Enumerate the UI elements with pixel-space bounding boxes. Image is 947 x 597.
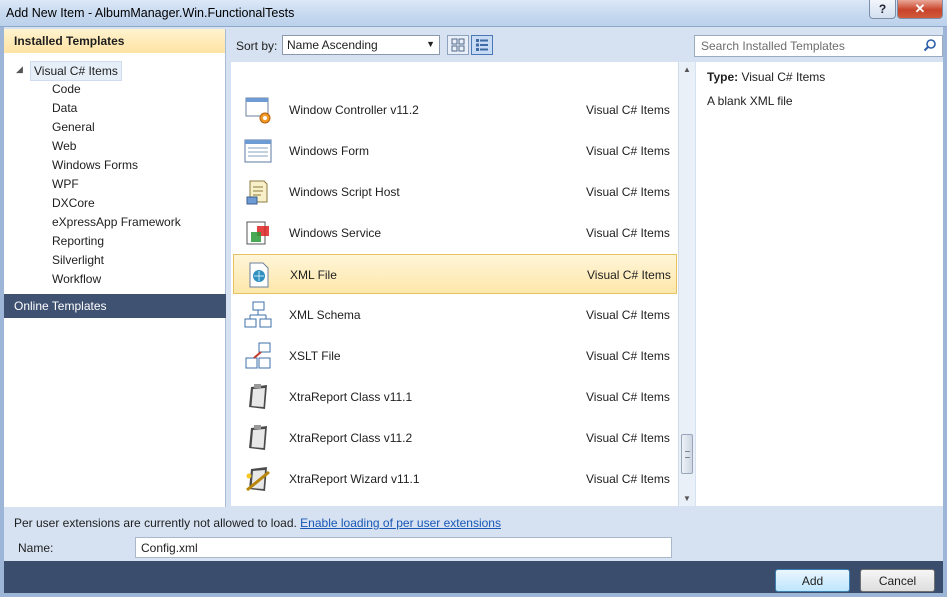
template-name: Window Controller v11.2 [289, 103, 419, 117]
template-row[interactable]: XSLT File Visual C# Items [233, 336, 677, 376]
template-row[interactable]: Windows Form Visual C# Items [233, 131, 677, 171]
template-row[interactable]: Window Controller v11.2 Visual C# Items [233, 90, 677, 130]
sort-by-value: Name Ascending [287, 38, 378, 52]
windows-service-icon [243, 218, 273, 248]
template-name: Windows Form [289, 144, 370, 158]
tree-item-silverlight[interactable]: Silverlight [52, 251, 104, 270]
template-description: A blank XML file [707, 94, 793, 108]
small-icons-view-button[interactable] [447, 35, 469, 55]
extensions-message: Per user extensions are currently not al… [14, 516, 297, 530]
xml-file-icon [244, 260, 274, 290]
scrollbar-thumb[interactable] [681, 434, 693, 474]
dialog-body: Installed Templates ◢ Visual C# Items Co… [4, 27, 943, 593]
template-row[interactable]: XtraReport Wizard v11.1 Visual C# Items [233, 459, 677, 499]
medium-icons-view-button[interactable] [471, 35, 493, 55]
template-name: XML File [290, 268, 337, 282]
template-row[interactable]: Windows Script Host Visual C# Items [233, 172, 677, 212]
template-category: Visual C# Items [586, 472, 670, 486]
template-category: Visual C# Items [586, 226, 670, 240]
template-category: Visual C# Items [586, 390, 670, 404]
type-label: Type: [707, 70, 739, 84]
xtrareport-icon [243, 423, 273, 453]
xtrareport-icon [243, 382, 273, 412]
template-name: XML Schema [289, 308, 361, 322]
name-label: Name: [18, 541, 54, 555]
tree-item-wpf[interactable]: WPF [52, 175, 79, 194]
windows-form-icon [243, 136, 273, 166]
template-category: Visual C# Items [586, 103, 670, 117]
name-input[interactable]: Config.xml [135, 537, 672, 558]
script-icon [243, 177, 273, 207]
type-value: Visual C# Items [741, 70, 826, 84]
add-button[interactable]: Add [775, 569, 850, 592]
close-button[interactable]: ✕ [897, 0, 943, 19]
sort-by-dropdown[interactable]: Name Ascending ▼ [282, 35, 440, 55]
extensions-message-row: Per user extensions are currently not al… [14, 516, 501, 530]
scroll-up-arrow-icon[interactable]: ▲ [683, 65, 691, 74]
tree-item-label[interactable]: Visual C# Items [30, 61, 122, 81]
template-name: XtraReport Class v11.1 [289, 390, 413, 404]
template-category: Visual C# Items [586, 308, 670, 322]
template-details-pane: Type: Visual C# Items A blank XML file [696, 62, 943, 506]
tree-item-data[interactable]: Data [52, 99, 77, 118]
tree-item-visual-csharp[interactable]: ◢ Visual C# Items [4, 61, 226, 81]
help-button[interactable]: ? [869, 0, 896, 19]
button-bar: Add Cancel [4, 561, 943, 593]
template-name: XSLT File [289, 349, 341, 363]
template-category: Visual C# Items [586, 185, 670, 199]
template-name: XtraReport Class v11.2 [289, 431, 413, 445]
template-category: Visual C# Items [586, 144, 670, 158]
search-placeholder: Search Installed Templates [701, 39, 845, 53]
tree-item-web[interactable]: Web [52, 137, 76, 156]
enable-extensions-link[interactable]: Enable loading of per user extensions [300, 516, 501, 530]
tree-item-dxcore[interactable]: DXCore [52, 194, 95, 213]
tree-item-expressapp-framework[interactable]: eXpressApp Framework [52, 213, 181, 232]
grid-view-icon [451, 38, 465, 52]
template-category: Visual C# Items [586, 349, 670, 363]
template-list: Window Controller v11.2 Visual C# Items Wi… [231, 62, 678, 506]
dropdown-arrow-icon: ▼ [426, 39, 435, 49]
template-row[interactable]: XtraReport Class v11.2 Visual C# Items [233, 418, 677, 458]
template-row[interactable]: XtraReport Class v11.1 Visual C# Items [233, 377, 677, 417]
tree-item-workflow[interactable]: Workflow [52, 270, 101, 289]
installed-templates-header[interactable]: Installed Templates [4, 29, 225, 53]
tree-item-reporting[interactable]: Reporting [52, 232, 104, 251]
dialog-footer: Per user extensions are currently not al… [4, 507, 943, 561]
xtrareport-wizard-icon [243, 464, 273, 494]
online-templates-header[interactable]: Online Templates [4, 294, 226, 318]
search-installed-templates-input[interactable]: Search Installed Templates [694, 35, 943, 57]
tree-item-code[interactable]: Code [52, 80, 81, 99]
template-category: Visual C# Items [586, 431, 670, 445]
template-name: XtraReport Wizard v11.1 [289, 472, 420, 486]
tree-item-windows-forms[interactable]: Windows Forms [52, 156, 138, 175]
search-icon[interactable] [923, 38, 937, 55]
template-name: Windows Script Host [289, 185, 400, 199]
window-title: Add New Item - AlbumManager.Win.Function… [6, 6, 295, 20]
template-category-pane: Installed Templates ◢ Visual C# Items Co… [4, 29, 226, 507]
title-bar: Add New Item - AlbumManager.Win.Function… [0, 0, 947, 27]
template-category: Visual C# Items [587, 268, 671, 282]
list-view-icon [476, 39, 488, 51]
xtrareport-wizard-icon [243, 505, 273, 506]
tree-item-general[interactable]: General [52, 118, 95, 137]
template-name: Windows Service [289, 226, 382, 240]
sort-by-label: Sort by: [236, 39, 278, 53]
template-row[interactable]: XtraReport Wizard v11.2Visual C# Items [233, 500, 677, 506]
template-row[interactable]: Windows Service Visual C# Items [233, 213, 677, 253]
xml-schema-icon [243, 300, 273, 330]
template-list-scrollbar[interactable]: ▲ ▼ [678, 62, 695, 506]
window-controller-icon [243, 95, 273, 125]
cancel-button[interactable]: Cancel [860, 569, 935, 592]
scroll-down-arrow-icon[interactable]: ▼ [683, 494, 691, 503]
template-row[interactable]: XML Schema Visual C# Items [233, 295, 677, 335]
expand-arrow-icon[interactable]: ◢ [16, 64, 23, 75]
xslt-file-icon [243, 341, 273, 371]
template-row[interactable]: XML File Visual C# Items [233, 254, 677, 294]
